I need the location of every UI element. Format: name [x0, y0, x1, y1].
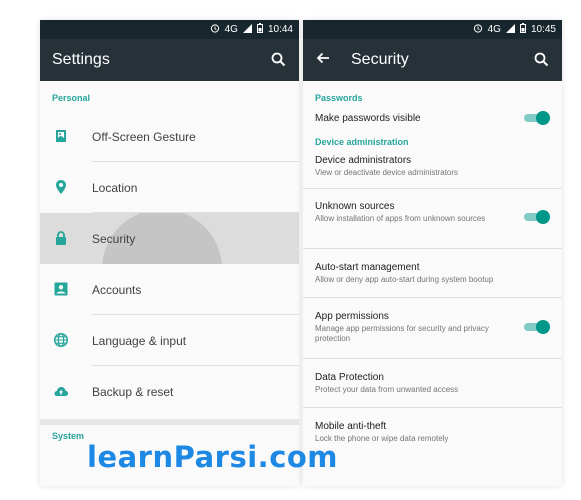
settings-item-language-input[interactable]: Language & input — [40, 315, 299, 366]
globe-icon — [53, 332, 69, 348]
search-icon[interactable] — [532, 50, 552, 70]
settings-item-off-screen-gesture[interactable]: Off-Screen Gesture — [40, 111, 299, 162]
alarm-icon — [473, 23, 483, 36]
auto-start-management-row[interactable]: Auto-start management Allow or deny app … — [303, 249, 562, 298]
data-protection-row[interactable]: Data Protection Protect your data from u… — [303, 359, 562, 408]
location-pin-icon — [53, 179, 69, 195]
row-title: Data Protection — [315, 372, 384, 383]
section-header-personal: Personal — [52, 93, 91, 103]
row-title: App permissions — [315, 311, 389, 322]
page-title: Security — [351, 51, 409, 68]
signal-icon — [242, 23, 252, 36]
back-arrow-icon[interactable] — [315, 50, 331, 71]
toggle-knob — [536, 111, 550, 125]
row-subtitle: Protect your data from unwanted access — [315, 385, 459, 394]
row-subtitle: Lock the phone or wipe data remotely — [315, 434, 449, 443]
toggle-knob — [536, 320, 550, 334]
cloud-upload-icon — [53, 383, 69, 399]
row-title: Make passwords visible — [315, 112, 421, 124]
network-label: 4G — [487, 24, 501, 35]
account-box-icon — [53, 281, 69, 297]
row-subtitle: View or deactivate device administrators — [315, 168, 459, 177]
settings-item-label: Security — [92, 231, 136, 246]
section-header-device-administration: Device administration — [315, 137, 409, 147]
section-header-passwords: Passwords — [315, 93, 363, 103]
search-icon[interactable] — [269, 50, 289, 70]
settings-item-label: Backup & reset — [92, 384, 174, 399]
row-title: Unknown sources — [315, 201, 395, 212]
app-bar: Settings — [40, 39, 299, 81]
device-administrators-row[interactable]: Device administrators View or deactivate… — [303, 147, 562, 189]
row-subtitle: Manage app permissions for security and … — [315, 324, 489, 343]
make-passwords-visible-row[interactable]: Make passwords visible — [303, 103, 562, 133]
alarm-icon — [210, 23, 220, 36]
toggle-knob — [536, 210, 550, 224]
clock-time: 10:45 — [530, 24, 556, 35]
section-header-system: System — [52, 431, 85, 441]
security-screen: 4G 10:45 Security Passwords Make passwor… — [303, 20, 562, 486]
lock-icon — [53, 230, 69, 246]
watermark-text: learnParsi.com — [87, 440, 339, 474]
network-label: 4G — [224, 24, 238, 35]
settings-item-label: Location — [92, 180, 138, 195]
settings-screen: 4G 10:44 Settings Personal Off-Screen Ge… — [40, 20, 299, 486]
unknown-sources-row[interactable]: Unknown sources Allow installation of ap… — [303, 189, 562, 249]
page-title: Settings — [52, 51, 110, 68]
settings-item-label: Off-Screen Gesture — [92, 129, 196, 144]
settings-item-label: Language & input — [92, 333, 187, 348]
row-title: Auto-start management — [315, 262, 420, 273]
mobile-anti-theft-row[interactable]: Mobile anti-theft Lock the phone or wipe… — [303, 408, 562, 453]
battery-icon — [519, 23, 526, 36]
app-permissions-toggle[interactable] — [524, 320, 550, 334]
clock-time: 10:44 — [267, 24, 293, 35]
status-bar: 4G 10:45 — [303, 20, 562, 39]
settings-item-accounts[interactable]: Accounts — [40, 264, 299, 315]
row-title: Device administrators — [315, 155, 412, 166]
row-title: Mobile anti-theft — [315, 421, 387, 432]
app-bar: Security — [303, 39, 562, 81]
row-subtitle: Allow or deny app auto-start during syst… — [315, 275, 494, 284]
make-passwords-visible-toggle[interactable] — [524, 111, 550, 125]
status-bar: 4G 10:44 — [40, 20, 299, 39]
battery-icon — [256, 23, 263, 36]
signal-icon — [505, 23, 515, 36]
settings-item-label: Accounts — [92, 282, 142, 297]
image-icon — [53, 128, 69, 144]
row-subtitle: Allow installation of apps from unknown … — [315, 214, 486, 223]
app-permissions-row[interactable]: App permissions Manage app permissions f… — [303, 298, 562, 359]
settings-item-backup-reset[interactable]: Backup & reset — [40, 366, 299, 417]
unknown-sources-toggle[interactable] — [524, 210, 550, 224]
settings-item-security[interactable]: Security — [40, 213, 299, 264]
settings-item-location[interactable]: Location — [40, 162, 299, 213]
